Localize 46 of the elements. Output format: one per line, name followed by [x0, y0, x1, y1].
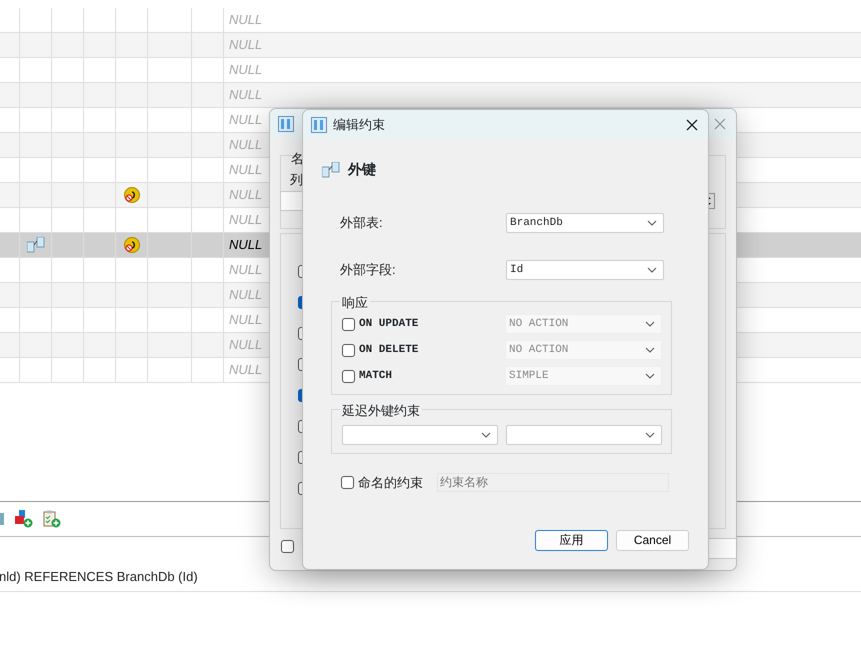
caret-icon [645, 347, 655, 353]
table-cell-text: NULL [228, 136, 262, 154]
dialog-button[interactable]: 应用 [535, 530, 608, 550]
table-cell-text: NULL [228, 261, 262, 280]
caret-icon [645, 373, 655, 379]
table-cell-text: NULL [228, 236, 262, 254]
grid-row[interactable]: NULL [0, 83, 861, 108]
table-cell-text: NULL [228, 11, 262, 30]
checkbox-label: ON DELETE [359, 342, 418, 358]
caret-icon [481, 432, 491, 438]
caret-icon [647, 220, 657, 226]
section-heading: 外键 [348, 160, 376, 179]
dialog-button[interactable]: Cancel [616, 530, 689, 550]
column-label: 列 [290, 171, 303, 189]
window-title: 编辑约束 [333, 116, 385, 134]
table-cell-text: NULL [228, 361, 262, 380]
grid-row[interactable]: NULL [0, 33, 861, 58]
linked-tables-icon [322, 162, 340, 178]
checkbox-label: ON UPDATE [359, 316, 418, 332]
grid-row[interactable]: NULL [0, 8, 861, 33]
table-cell-text: NULL [228, 286, 262, 304]
caret-icon [645, 432, 655, 438]
sql-preview: nld) REFERENCES BranchDb (Id) [0, 569, 198, 584]
table-cell-text: NULL [228, 111, 262, 130]
dropdown[interactable]: BranchDb [506, 213, 664, 233]
name-label: 名 [291, 150, 304, 168]
checkbox[interactable] [281, 540, 294, 553]
table-cell-text: NULL [228, 336, 262, 354]
grid-row[interactable]: NULL [0, 58, 861, 83]
table-cell-text: NULL [228, 36, 262, 54]
field-label: 外部表: [340, 214, 383, 232]
table-cell-text: NULL [228, 211, 262, 230]
caret-icon [647, 267, 657, 273]
field-label: 外部字段: [340, 261, 396, 280]
caret-icon [645, 321, 655, 327]
table-cell-text: NULL [228, 61, 262, 80]
table-cell-text: NULL [228, 311, 262, 330]
checkbox-label: MATCH [359, 368, 392, 384]
shapes-add-icon[interactable] [15, 510, 33, 528]
table-cell-text: NULL [228, 186, 262, 204]
table-cell-text: NULL [228, 86, 262, 104]
clipboard-add-icon[interactable] [43, 510, 61, 528]
table-cell-text: NULL [228, 161, 262, 180]
close-button[interactable] [686, 118, 698, 130]
checkbox-label: 命名的约束 [358, 474, 423, 492]
dropdown[interactable]: Id [506, 260, 664, 280]
